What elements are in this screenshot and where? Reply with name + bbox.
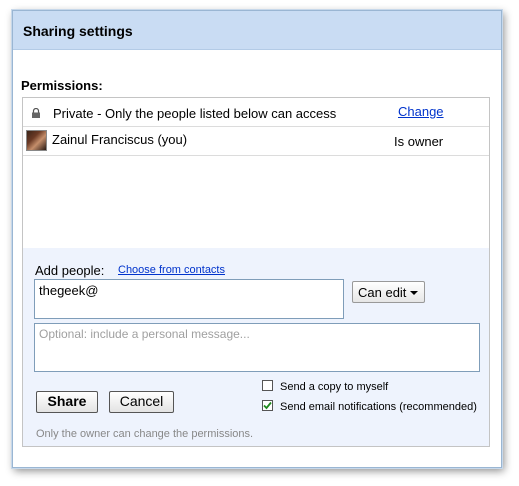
permission-dropdown-label: Can edit	[358, 285, 407, 300]
avatar	[26, 130, 47, 151]
visibility-text: Private - Only the people listed below c…	[53, 106, 337, 121]
permission-dropdown[interactable]: Can edit	[352, 281, 425, 303]
share-button[interactable]: Share	[36, 391, 98, 413]
sharing-dialog: Sharing settings Permissions: Private - …	[12, 10, 502, 468]
send-copy-label: Send a copy to myself	[280, 381, 389, 393]
add-people-label: Add people:	[35, 263, 105, 278]
send-copy-checkbox[interactable]	[262, 380, 273, 391]
send-notifications-label: Send email notifications (recommended)	[280, 401, 477, 413]
person-name: Zainul Franciscus (you)	[52, 132, 188, 147]
cancel-button[interactable]: Cancel	[109, 391, 174, 413]
personal-message-field[interactable]: Optional: include a personal message...	[34, 323, 480, 372]
send-notifications-checkbox[interactable]	[262, 400, 273, 411]
add-people-input[interactable]: thegeek@	[34, 279, 344, 319]
change-visibility-link[interactable]: Change	[398, 104, 444, 119]
dropdown-arrow-icon	[410, 291, 418, 295]
dialog-titlebar: Sharing settings	[13, 11, 501, 50]
person-row: Zainul Franciscus (you) Is owner	[23, 126, 489, 156]
permissions-panel: Private - Only the people listed below c…	[22, 97, 490, 447]
visibility-row: Private - Only the people listed below c…	[23, 98, 489, 127]
dialog-title: Sharing settings	[23, 23, 133, 39]
add-people-section: Add people: Choose from contacts thegeek…	[23, 248, 489, 446]
permissions-label: Permissions:	[21, 78, 103, 93]
choose-from-contacts-link[interactable]: Choose from contacts	[118, 264, 225, 276]
person-role: Is owner	[394, 134, 444, 149]
owner-permission-note: Only the owner can change the permission…	[36, 428, 254, 440]
checkmark-icon	[263, 401, 272, 410]
lock-icon	[32, 108, 40, 118]
